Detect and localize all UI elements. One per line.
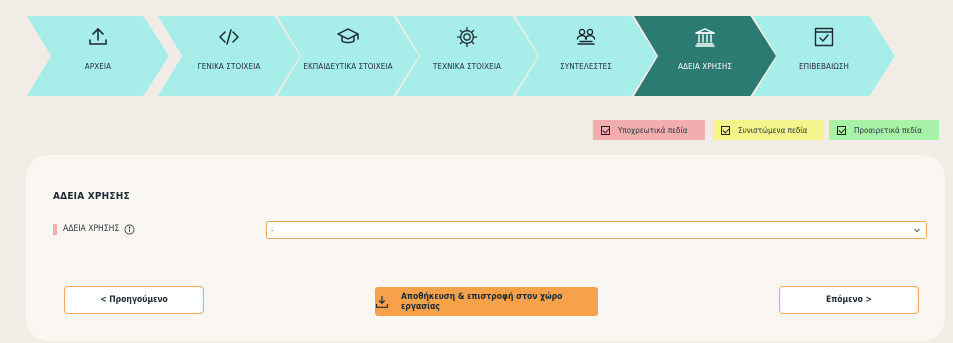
- save-and-return-button[interactable]: Αποθήκευση & επιστροφή στον χώρο εργασία…: [375, 287, 598, 316]
- legend-optional: Προαιρετικά πεδία: [829, 120, 939, 140]
- license-select[interactable]: -: [266, 221, 927, 239]
- users-icon: [515, 25, 657, 49]
- info-icon[interactable]: [124, 224, 135, 235]
- license-field-label: ΑΔΕΙΑ ΧΡΗΣΗΣ: [53, 222, 135, 236]
- step-label: ΣΥΝΤΕΛΕΣΤΕΣ: [560, 62, 612, 71]
- upload-icon: [27, 25, 169, 49]
- step-label: ΕΠΙΒΕΒΑΙΩΣΗ: [798, 62, 850, 71]
- gear-icon: [396, 25, 538, 49]
- step-label: ΑΡΧΕΙΑ: [84, 62, 112, 71]
- step-label: ΓΕΝΙΚΑ ΣΤΟΙΧΕΙΑ: [197, 62, 261, 71]
- legend-required: Υποχρεωτικά πεδία: [593, 120, 705, 140]
- license-select-value: -: [271, 225, 274, 235]
- checkbox-icon: [601, 125, 610, 135]
- save-button-label: Αποθήκευση & επιστροφή στον χώρο εργασία…: [401, 291, 563, 312]
- wizard-steps: ΑΡΧΕΙΑ ΓΕΝΙΚΑ ΣΤΟΙΧΕΙΑ ΕΚΠΑΙΔΕΥΤΙΚΑ ΣΤΟΙ…: [0, 0, 953, 110]
- step-label: ΤΕΧΝΙΚΑ ΣΤΟΙΧΕΙΑ: [432, 62, 502, 71]
- legend-recommended: Συνιστώμενα πεδία: [713, 120, 823, 140]
- license-label-text: ΑΔΕΙΑ ΧΡΗΣΗΣ: [63, 224, 120, 234]
- step-files[interactable]: ΑΡΧΕΙΑ: [27, 16, 169, 96]
- legend-recommended-label: Συνιστώμενα πεδία: [738, 125, 808, 135]
- step-label: ΑΔΕΙΑ ΧΡΗΣΗΣ: [677, 62, 733, 71]
- check-square-icon: [753, 25, 895, 49]
- institution-icon: [634, 25, 776, 49]
- previous-button[interactable]: < Προηγούμενο: [64, 286, 204, 314]
- chevron-down-icon: [914, 228, 920, 233]
- section-title: ΑΔΕΙΑ ΧΡΗΣΗΣ: [53, 191, 130, 202]
- code-icon: [158, 25, 300, 49]
- required-marker: [53, 223, 57, 235]
- app-root: ΑΡΧΕΙΑ ΓΕΝΙΚΑ ΣΤΟΙΧΕΙΑ ΕΚΠΑΙΔΕΥΤΙΚΑ ΣΤΟΙ…: [0, 0, 953, 343]
- legend-required-label: Υποχρεωτικά πεδία: [618, 125, 688, 135]
- previous-button-label: < Προηγούμενο: [100, 295, 168, 305]
- checkbox-icon: [837, 125, 846, 135]
- next-button[interactable]: Επόμενο >: [779, 286, 919, 314]
- step-general-info[interactable]: ΓΕΝΙΚΑ ΣΤΟΙΧΕΙΑ: [158, 16, 300, 96]
- graduation-cap-icon: [277, 25, 419, 49]
- download-icon: [375, 295, 389, 309]
- step-label: ΕΚΠΑΙΔΕΥΤΙΚΑ ΣΤΟΙΧΕΙΑ: [303, 62, 393, 71]
- legend-optional-label: Προαιρετικά πεδία: [854, 125, 922, 135]
- next-button-label: Επόμενο >: [826, 295, 872, 305]
- checkbox-icon: [721, 125, 730, 135]
